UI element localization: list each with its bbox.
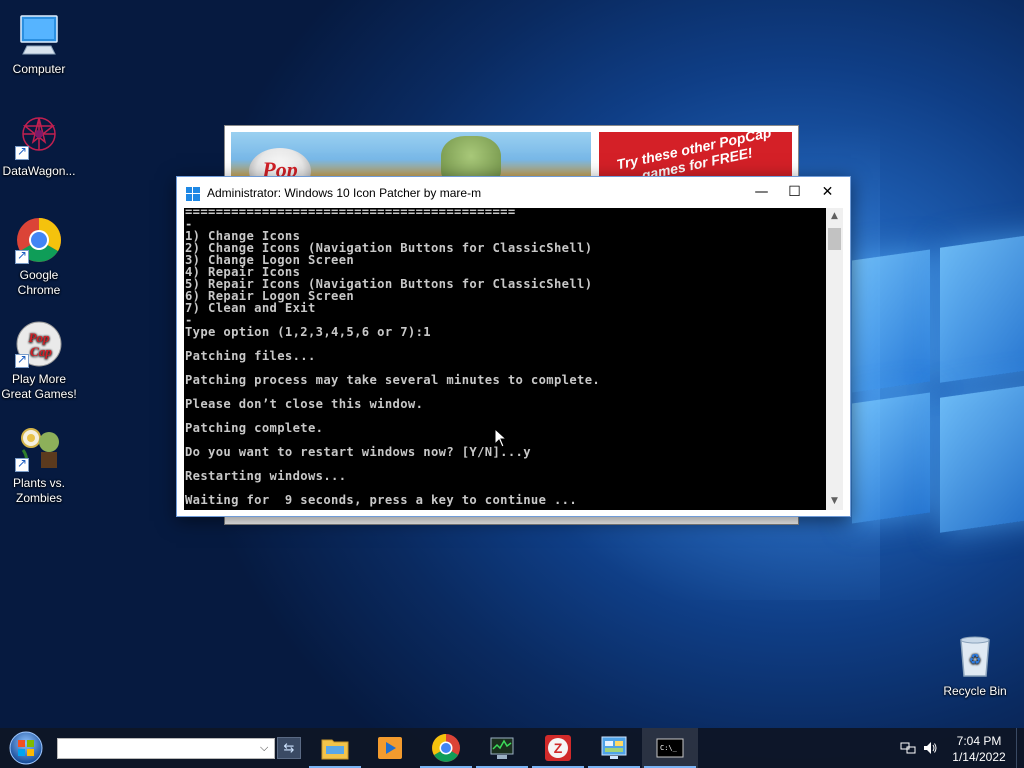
desktop-icon-popcap[interactable]: Pop Cap Play More Great Games!	[0, 320, 78, 402]
clock-date: 1/14/2022	[952, 750, 1006, 764]
system-tray	[898, 728, 942, 768]
wallpaper-windows-logo	[852, 230, 1024, 560]
minimize-icon: —	[754, 184, 769, 200]
red-z-app-icon: Z	[543, 733, 573, 763]
swap-arrows-icon: ⇆	[283, 741, 295, 756]
taskbar-app-command-prompt[interactable]: C:\_	[642, 728, 698, 768]
desktop-icon-computer[interactable]: Computer	[0, 10, 78, 77]
popcap-icon: Pop Cap	[15, 320, 63, 368]
scroll-down-arrow-icon[interactable]: ▼	[826, 493, 843, 510]
chrome-icon	[15, 216, 63, 264]
console-line: Do you want to restart windows now? [Y/N…	[185, 445, 531, 459]
taskbar-clock[interactable]: 7:04 PM 1/14/2022	[944, 733, 1014, 765]
console-line: Please don’t close this window.	[185, 397, 424, 411]
console-line: ========================================…	[185, 208, 516, 219]
svg-text:C:\_: C:\_	[660, 744, 678, 752]
console-titlebar[interactable]: Administrator: Windows 10 Icon Patcher b…	[177, 177, 850, 208]
desktop-icon-label: Play More Great Games!	[1, 372, 77, 401]
media-player-icon	[375, 733, 405, 763]
desktop-icon-chrome[interactable]: Google Chrome	[0, 216, 78, 298]
desktop-icon-label: Plants vs. Zombies	[12, 476, 66, 505]
svg-text:Pop: Pop	[29, 330, 50, 345]
svg-text:♻: ♻	[969, 652, 982, 668]
command-prompt-icon: C:\_	[655, 733, 685, 763]
desktop-icon-pvz[interactable]: Plants vs. Zombies	[0, 424, 78, 506]
chevron-down-icon[interactable]: ⌵	[260, 741, 268, 755]
console-output-area[interactable]: ========================================…	[184, 208, 826, 510]
desktop-icon-label: Google Chrome	[17, 268, 61, 297]
svg-text:Cap: Cap	[30, 344, 52, 359]
chrome-icon	[431, 733, 461, 763]
close-icon: ✕	[821, 184, 834, 200]
folder-icon	[320, 733, 350, 763]
console-window[interactable]: Administrator: Windows 10 Icon Patcher b…	[176, 176, 851, 517]
console-line: Patching process may take several minute…	[185, 373, 601, 387]
close-button[interactable]: ✕	[811, 177, 844, 208]
desktop-icon-label: DataWagon...	[2, 164, 76, 178]
windows-logo-icon	[186, 186, 200, 201]
control-panel-icon	[599, 733, 629, 763]
taskbar-app-chrome[interactable]	[418, 728, 474, 768]
search-go-button[interactable]: ⇆	[277, 737, 301, 759]
taskbar-app-z[interactable]: Z	[530, 728, 586, 768]
console-line: Patching files...	[185, 349, 316, 363]
minimize-button[interactable]: —	[745, 177, 778, 208]
taskbar-app-media[interactable]	[362, 728, 418, 768]
clock-time: 7:04 PM	[956, 734, 1002, 748]
console-line: 7) Clean and Exit	[185, 301, 316, 315]
taskbar-app-control-panel[interactable]	[586, 728, 642, 768]
console-line: Type option (1,2,3,4,5,6 or 7):1	[185, 325, 431, 339]
console-window-title: Administrator: Windows 10 Icon Patcher b…	[207, 186, 482, 200]
desktop-icon-label: Recycle Bin	[943, 684, 1007, 698]
shortcut-arrow-icon	[15, 248, 29, 264]
scroll-up-arrow-icon[interactable]: ▲	[826, 208, 843, 225]
shortcut-arrow-icon	[15, 144, 29, 160]
taskbar-app-explorer[interactable]	[307, 728, 363, 768]
maximize-button[interactable]: ☐	[778, 177, 811, 208]
desktop-icon-label: Computer	[12, 62, 66, 76]
datawagon-icon	[15, 112, 63, 160]
show-desktop-button[interactable]	[1016, 728, 1024, 768]
console-output-text: ========================================…	[185, 208, 600, 506]
desktop-icon-datawagon[interactable]: DataWagon...	[0, 112, 78, 179]
scrollbar-thumb[interactable]	[828, 228, 841, 250]
shortcut-arrow-icon	[15, 456, 29, 472]
task-manager-icon	[487, 733, 517, 763]
computer-icon	[15, 10, 63, 58]
console-line: Patching complete.	[185, 421, 324, 435]
console-line: Waiting for 9 seconds, press a key to co…	[185, 493, 578, 507]
network-icon[interactable]	[900, 740, 916, 760]
mouse-pointer-icon	[494, 427, 508, 448]
console-scrollbar[interactable]: ▲ ▼	[826, 208, 843, 510]
taskbar-search-input[interactable]: ⌵	[57, 738, 275, 759]
plants-vs-zombies-icon	[15, 424, 63, 472]
console-line: Restarting windows...	[185, 469, 347, 483]
desktop-icon-recycle-bin[interactable]: ♻ Recycle Bin	[936, 632, 1014, 699]
svg-text:Z: Z	[554, 740, 563, 756]
shortcut-arrow-icon	[15, 352, 29, 368]
volume-icon[interactable]	[922, 740, 938, 760]
start-button[interactable]	[6, 729, 46, 767]
taskbar-app-task-manager[interactable]	[474, 728, 530, 768]
recycle-bin-icon: ♻	[951, 632, 999, 680]
maximize-icon: ☐	[788, 184, 801, 200]
